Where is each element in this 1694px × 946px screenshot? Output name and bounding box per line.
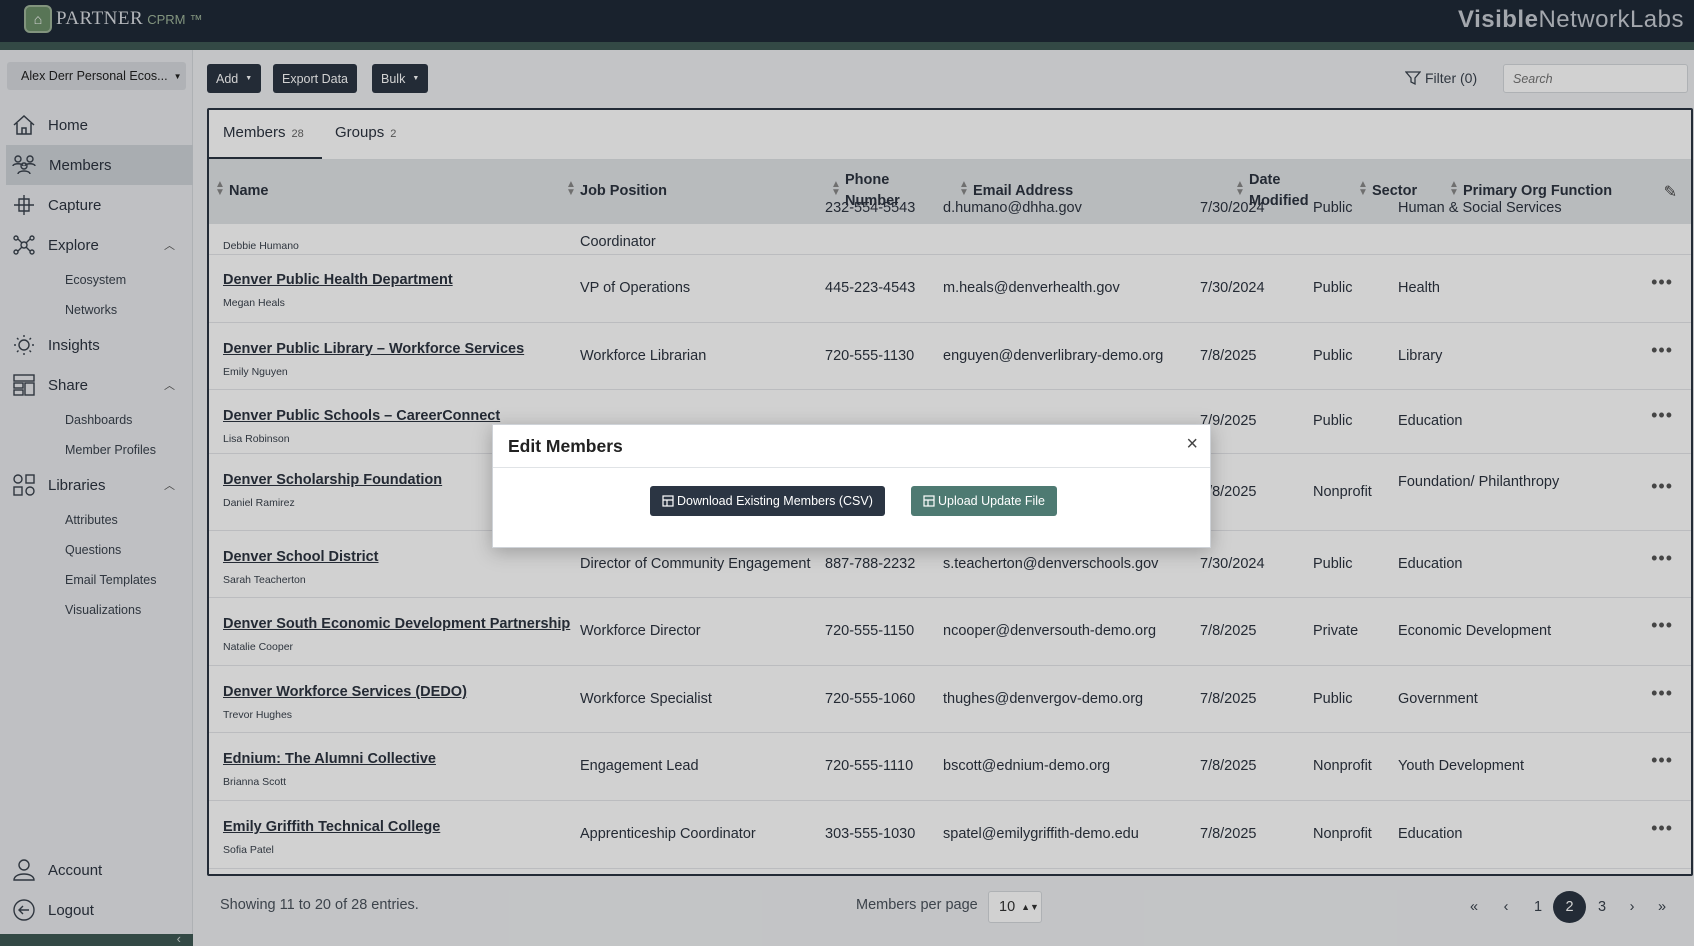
edit-members-modal: Edit Members × Download Existing Members… <box>492 424 1211 548</box>
table-icon <box>662 495 674 507</box>
modal-title: Edit Members <box>508 436 623 456</box>
close-icon[interactable]: × <box>1186 433 1198 456</box>
upload-button-label: Upload Update File <box>938 494 1046 508</box>
download-button-label: Download Existing Members (CSV) <box>677 494 873 508</box>
download-existing-members-button[interactable]: Download Existing Members (CSV) <box>650 486 885 516</box>
modal-header: Edit Members × <box>493 425 1210 468</box>
table-icon <box>923 495 935 507</box>
upload-update-file-button[interactable]: Upload Update File <box>911 486 1058 516</box>
